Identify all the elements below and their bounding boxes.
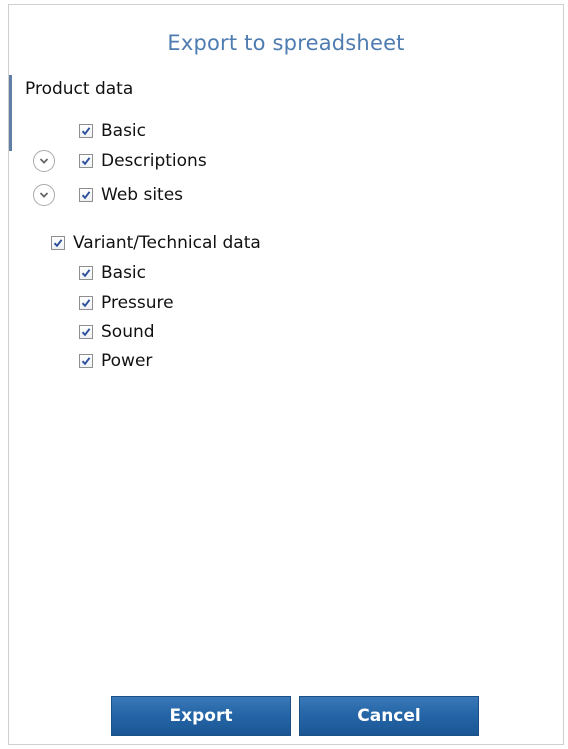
variant-sound-row[interactable]: Sound (79, 320, 155, 344)
variant-pressure-checkbox[interactable] (79, 296, 93, 310)
checkmark-icon (81, 328, 91, 337)
variant-data-label: Variant/Technical data (73, 233, 261, 253)
product-data-label: Product data (25, 79, 134, 99)
product-web-sites-label: Web sites (101, 185, 184, 205)
variant-pressure-label: Pressure (101, 293, 174, 313)
variant-basic-label: Basic (101, 263, 147, 283)
variant-sound-checkbox[interactable] (79, 325, 93, 339)
product-web-sites-row[interactable]: Web sites (79, 183, 183, 207)
checkmark-icon (81, 299, 91, 308)
checkmark-icon (81, 269, 91, 278)
checkmark-icon (81, 191, 91, 200)
variant-data-row[interactable]: Variant/Technical data (51, 231, 261, 255)
variant-data-checkbox[interactable] (51, 236, 65, 250)
cancel-button[interactable]: Cancel (299, 696, 479, 736)
left-accent-bar (9, 75, 12, 151)
product-descriptions-label: Descriptions (101, 151, 207, 171)
export-dialog: Export to spreadsheet Product data Basic… (8, 4, 564, 745)
product-basic-row[interactable]: Basic (79, 119, 146, 143)
variant-power-row[interactable]: Power (79, 349, 152, 373)
chevron-down-icon (39, 192, 49, 198)
variant-pressure-row[interactable]: Pressure (79, 291, 174, 315)
product-basic-label: Basic (101, 121, 147, 141)
product-descriptions-checkbox[interactable] (79, 154, 93, 168)
chevron-down-icon (39, 158, 49, 164)
dialog-title: Export to spreadsheet (167, 31, 405, 55)
variant-basic-checkbox[interactable] (79, 266, 93, 280)
product-basic-checkbox[interactable] (79, 124, 93, 138)
variant-sound-label: Sound (101, 322, 155, 342)
export-button[interactable]: Export (111, 696, 291, 736)
variant-power-checkbox[interactable] (79, 354, 93, 368)
variant-basic-row[interactable]: Basic (79, 261, 146, 285)
product-descriptions-row[interactable]: Descriptions (79, 149, 207, 173)
product-web-sites-checkbox[interactable] (79, 188, 93, 202)
variant-power-label: Power (101, 351, 153, 371)
descriptions-expand-button[interactable] (33, 150, 55, 172)
checkmark-icon (81, 157, 91, 166)
checkmark-icon (53, 239, 63, 248)
checkmark-icon (81, 127, 91, 136)
checkmark-icon (81, 357, 91, 366)
web-sites-expand-button[interactable] (33, 184, 55, 206)
